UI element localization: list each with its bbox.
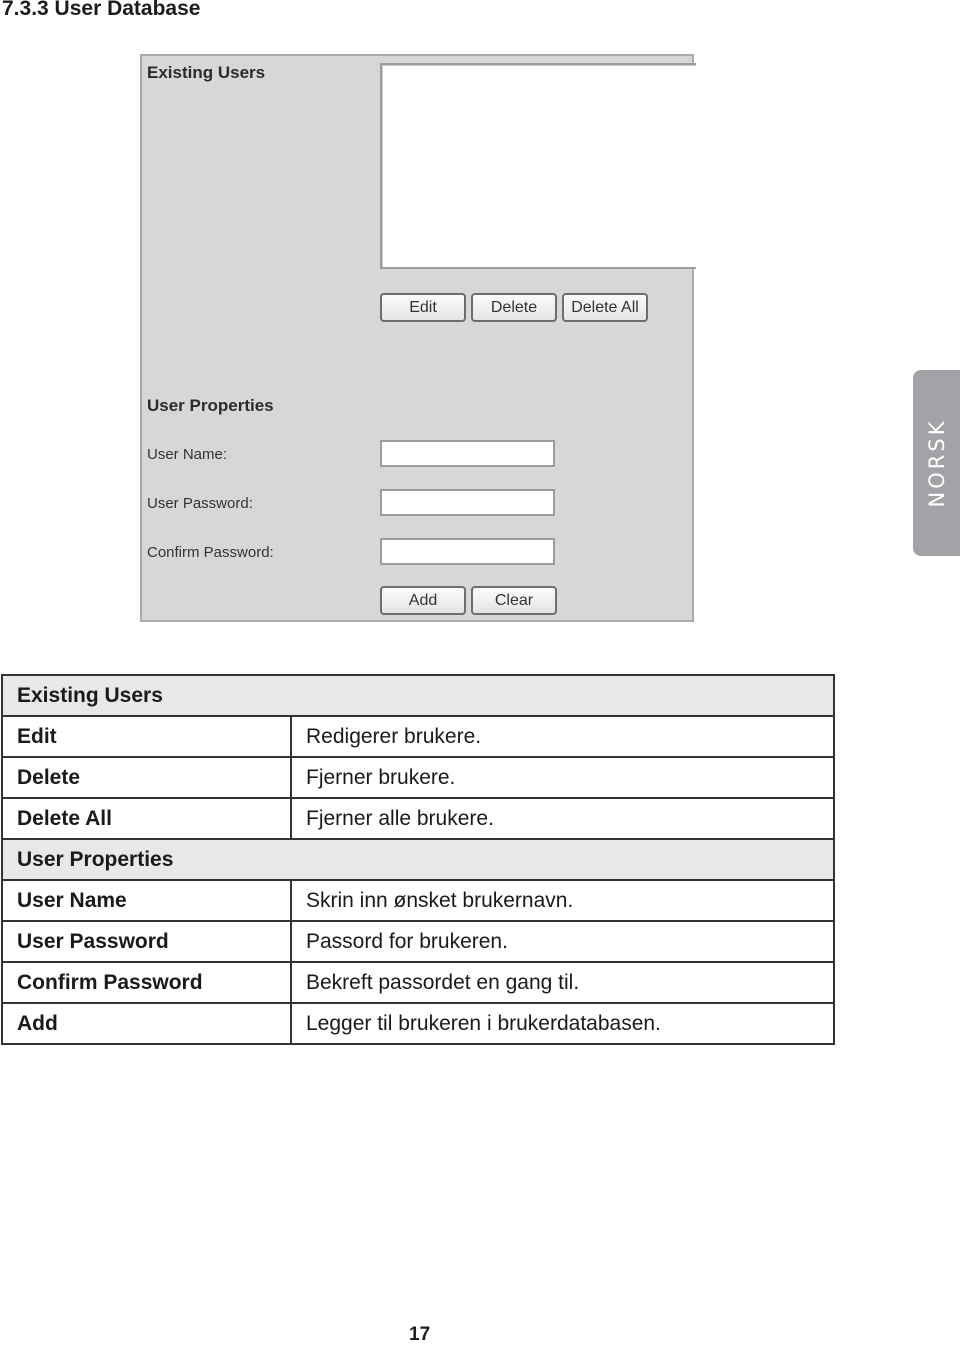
table-row: Delete All Fjerner alle brukere. (1, 797, 835, 840)
edit-button[interactable]: Edit (380, 293, 466, 322)
table-group-header: User Properties (1, 838, 835, 881)
delete-all-button[interactable]: Delete All (562, 293, 648, 322)
row-term: Delete All (1, 797, 292, 840)
row-description: Redigerer brukere. (290, 715, 835, 758)
user-name-label: User Name: (147, 446, 228, 463)
user-properties-title: User Properties (147, 396, 274, 415)
row-term: Confirm Password (1, 961, 292, 1004)
table-row: Delete Fjerner brukere. (1, 756, 835, 799)
row-term: Edit (1, 715, 292, 758)
page-number: 17 (409, 1324, 431, 1345)
table-row: Edit Redigerer brukere. (1, 715, 835, 758)
table-row: User Password Passord for brukeren. (1, 920, 835, 963)
table-row: Confirm Password Bekreft passordet en ga… (1, 961, 835, 1004)
row-term: User Name (1, 879, 292, 922)
row-description: Fjerner brukere. (290, 756, 835, 799)
row-description: Passord for brukeren. (290, 920, 835, 963)
confirm-password-input[interactable] (380, 538, 555, 565)
user-database-panel: Existing Users Edit Delete Delete All Us… (140, 54, 696, 622)
table-row: User Name Skrin inn ønsket brukernavn. (1, 879, 835, 922)
add-button[interactable]: Add (380, 586, 466, 615)
existing-users-title: Existing Users (147, 63, 266, 82)
user-password-label: User Password: (147, 495, 253, 512)
row-term: Delete (1, 756, 292, 799)
confirm-password-label: Confirm Password: (147, 544, 274, 561)
row-term: User Password (1, 920, 292, 963)
delete-button[interactable]: Delete (471, 293, 557, 322)
group-title: User Properties (1, 838, 835, 881)
section-heading: 7.3.3 User Database (2, 0, 201, 20)
row-term: Add (1, 1002, 292, 1045)
row-description: Legger til brukeren i brukerdatabasen. (290, 1002, 835, 1045)
clear-button[interactable]: Clear (471, 586, 557, 615)
group-title: Existing Users (1, 674, 835, 717)
language-side-tab: NORSK (913, 370, 960, 556)
description-table: Existing Users Edit Redigerer brukere. D… (1, 674, 835, 1045)
user-password-input[interactable] (380, 489, 555, 516)
row-description: Skrin inn ønsket brukernavn. (290, 879, 835, 922)
language-tab-label: NORSK (924, 418, 949, 508)
table-row: Add Legger til brukeren i brukerdatabase… (1, 1002, 835, 1045)
row-description: Bekreft passordet en gang til. (290, 961, 835, 1004)
existing-users-list[interactable] (380, 63, 696, 269)
row-description: Fjerner alle brukere. (290, 797, 835, 840)
table-group-header: Existing Users (1, 674, 835, 717)
user-name-input[interactable] (380, 440, 555, 467)
